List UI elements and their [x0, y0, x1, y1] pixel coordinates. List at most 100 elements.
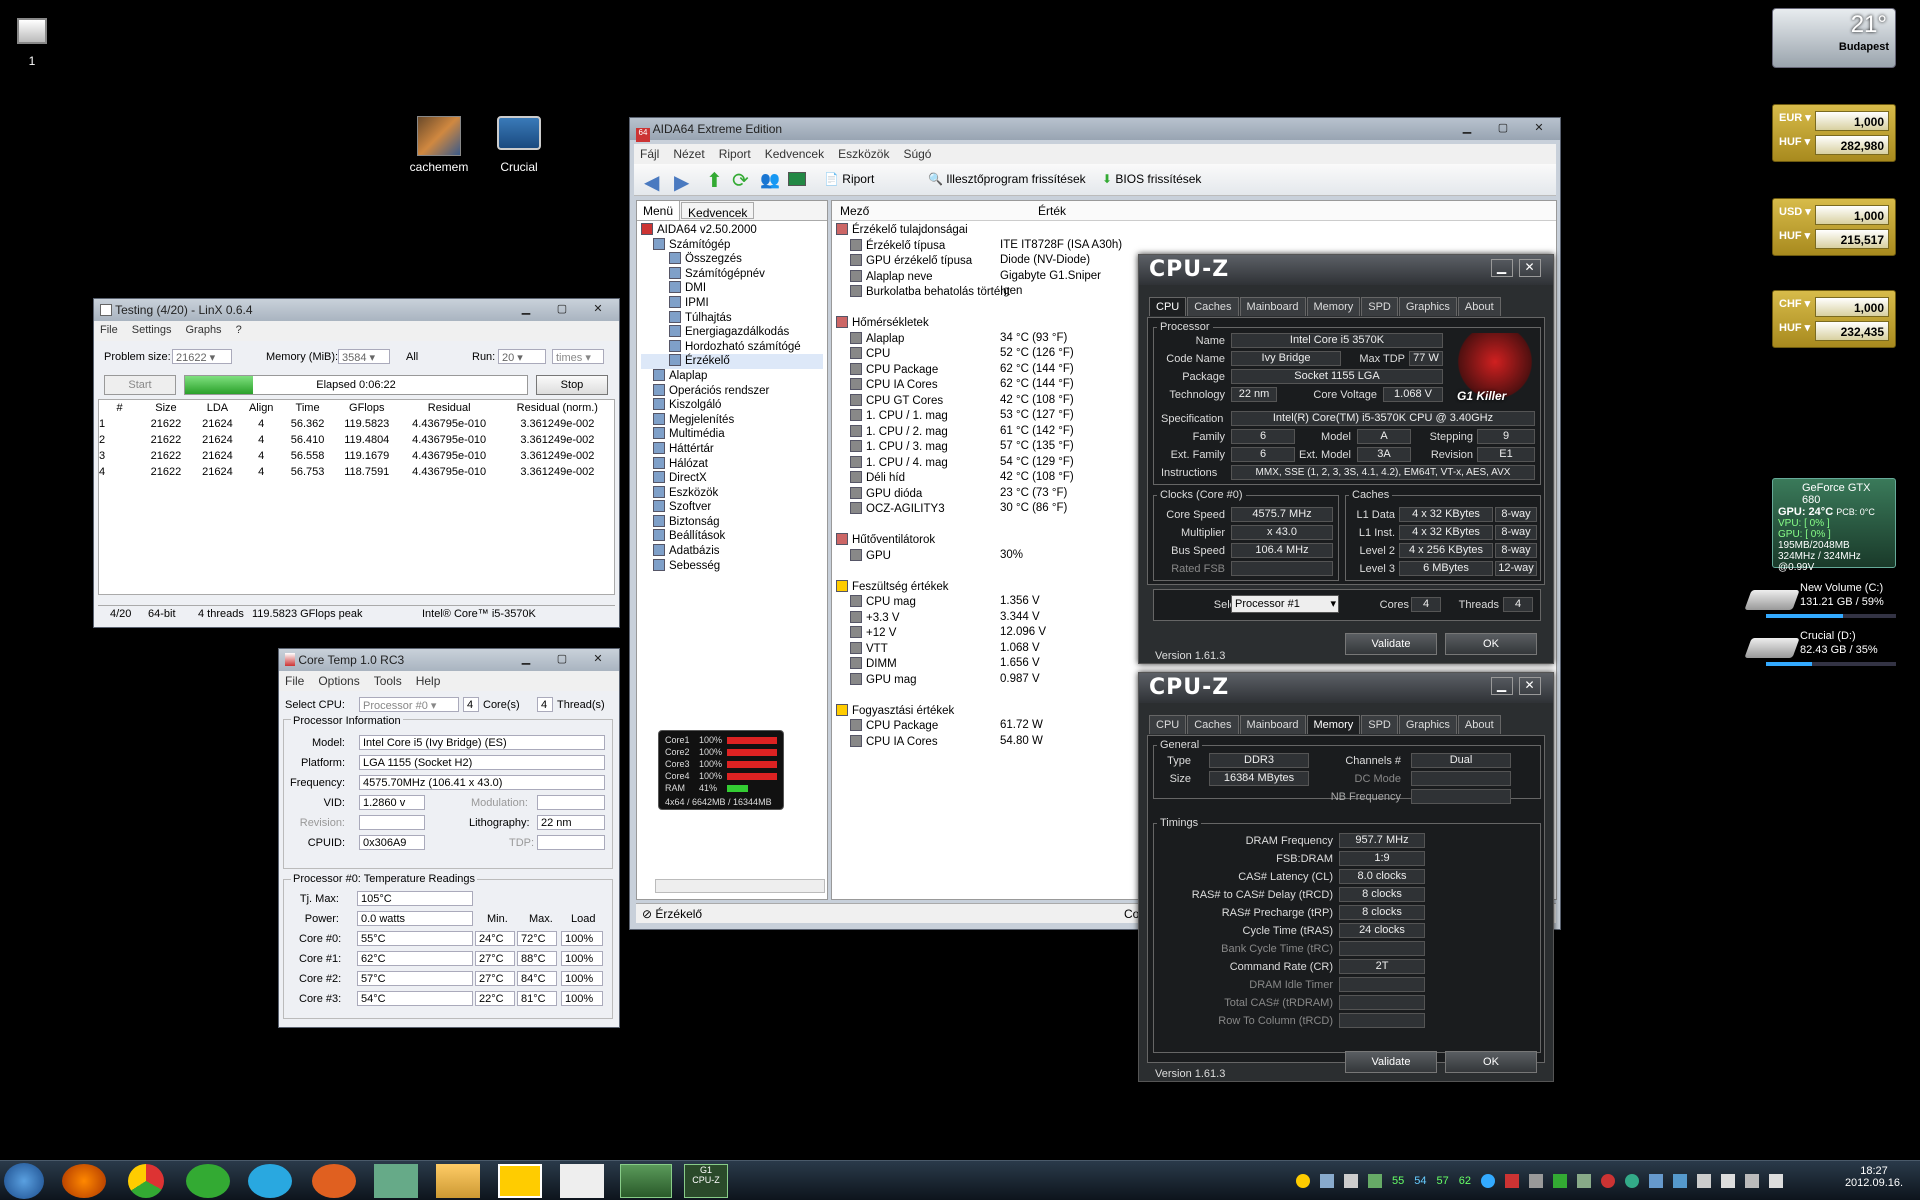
- menu-options[interactable]: Options: [318, 674, 359, 688]
- tab-cpu[interactable]: CPU: [1149, 715, 1187, 734]
- currency-to[interactable]: HUF: [1779, 322, 1802, 334]
- processor-select[interactable]: Processor #1 ▾: [1231, 595, 1339, 613]
- clock[interactable]: 18:27 2012.09.16.: [1834, 1165, 1914, 1189]
- column-header-field[interactable]: Mező: [840, 204, 869, 218]
- tree-item[interactable]: Hordozható számítógé: [641, 339, 823, 355]
- desktop-icon-cachemem[interactable]: cachemem: [404, 116, 474, 174]
- linx-window[interactable]: Testing (4/20) - LinX 0.6.4 ▁ ▢ ✕ File Set…: [93, 298, 620, 628]
- tree-item[interactable]: Megjelenítés: [641, 412, 823, 428]
- tree-item[interactable]: IPMI: [641, 295, 823, 311]
- column-header[interactable]: LDA: [192, 400, 244, 416]
- tree-item[interactable]: Hálózat: [641, 456, 823, 472]
- run-select[interactable]: 20 ▾: [498, 349, 546, 364]
- column-header-value[interactable]: Érték: [1038, 204, 1066, 218]
- menu-favorites[interactable]: Kedvencek: [765, 147, 824, 161]
- weather-gadget[interactable]: 21° Budapest: [1772, 8, 1896, 68]
- close-button[interactable]: ✕: [581, 651, 615, 667]
- menu-file[interactable]: File: [100, 324, 118, 338]
- refresh-icon[interactable]: ⟳: [732, 168, 749, 193]
- tab-mainboard[interactable]: Mainboard: [1239, 297, 1306, 316]
- tray-app-icon[interactable]: [1553, 1174, 1567, 1188]
- tree-item[interactable]: Számítógép: [641, 237, 823, 253]
- cpu-select[interactable]: Processor #0 ▾: [359, 697, 459, 712]
- cpuz-memory-window[interactable]: CPU-Z ▁ ✕ CPU Caches Mainboard Memory SP…: [1138, 672, 1554, 1082]
- column-header[interactable]: Size: [140, 400, 192, 416]
- maximize-button[interactable]: ▢: [545, 651, 579, 667]
- tree-item[interactable]: Számítógépnév: [641, 266, 823, 282]
- network-icon[interactable]: [1745, 1174, 1759, 1188]
- tab-graphics[interactable]: Graphics: [1398, 715, 1457, 734]
- volume-icon[interactable]: [1769, 1174, 1783, 1188]
- column-header[interactable]: Residual (norm.): [501, 400, 614, 416]
- up-icon[interactable]: ⬆: [706, 168, 723, 193]
- tree-item[interactable]: Multimédia: [641, 427, 823, 442]
- tray-app-icon[interactable]: [1344, 1174, 1358, 1188]
- menu-help[interactable]: ?: [236, 324, 242, 338]
- drive-gadget-c[interactable]: New Volume (C:) 131.21 GB / 59%: [1740, 580, 1900, 624]
- tray-app-icon[interactable]: [1577, 1174, 1591, 1188]
- menu-file[interactable]: File: [285, 674, 304, 688]
- tree-item[interactable]: Kiszolgáló: [641, 398, 823, 413]
- tab-menu[interactable]: Menü: [637, 201, 681, 220]
- menu-file[interactable]: Fájl: [640, 147, 659, 161]
- tray-temp-core2[interactable]: 57: [1437, 1175, 1449, 1187]
- validate-button[interactable]: Validate: [1345, 633, 1437, 655]
- tray-app-icon[interactable]: [1625, 1174, 1639, 1188]
- chrome-icon[interactable]: [128, 1164, 164, 1198]
- minimize-button[interactable]: ▁: [1450, 120, 1484, 136]
- table-row[interactable]: 1 21622 21624 4 56.362 119.5823 4.436795e-010 3…: [99, 416, 614, 432]
- column-header[interactable]: Time: [279, 400, 336, 416]
- memory-select[interactable]: 3584 ▾: [338, 349, 390, 364]
- tray-app-icon[interactable]: [1368, 1174, 1382, 1188]
- network-app-icon[interactable]: [374, 1164, 418, 1198]
- tree-item[interactable]: DirectX: [641, 471, 823, 486]
- tree-item[interactable]: Biztonság: [641, 514, 823, 530]
- bios-update-button[interactable]: ⬇ BIOS frissítések: [1102, 172, 1201, 186]
- menu-report[interactable]: Riport: [719, 147, 751, 161]
- forward-icon[interactable]: ▶: [674, 170, 689, 195]
- minimize-button[interactable]: ▁: [1491, 259, 1513, 277]
- column-header[interactable]: Residual: [398, 400, 501, 416]
- minimize-button[interactable]: ▁: [509, 651, 543, 667]
- start-button[interactable]: Start: [104, 375, 176, 395]
- sensor-chart-icon[interactable]: [788, 172, 806, 186]
- currency-from-value[interactable]: 1,000: [1815, 111, 1889, 131]
- aida64-tree[interactable]: AIDA64 v2.50.2000 Számítógép Összegzés Szám…: [637, 221, 827, 575]
- flag-icon[interactable]: [1721, 1174, 1735, 1188]
- tree-item[interactable]: Energiagazdálkodás: [641, 325, 823, 340]
- minimize-button[interactable]: ▁: [509, 301, 543, 317]
- menu-view[interactable]: Nézet: [673, 147, 704, 161]
- aida64-task-icon[interactable]: [620, 1164, 672, 1198]
- coretemp-task-icon[interactable]: [560, 1164, 604, 1198]
- tab-about[interactable]: About: [1457, 715, 1501, 734]
- firefox-icon[interactable]: [62, 1164, 106, 1198]
- tree-item[interactable]: Beállítások: [641, 529, 823, 544]
- close-button[interactable]: ✕: [1519, 259, 1541, 277]
- tab-graphics[interactable]: Graphics: [1398, 297, 1457, 316]
- tree-item[interactable]: Operációs rendszer: [641, 383, 823, 399]
- tree-item[interactable]: Alaplap: [641, 368, 823, 384]
- currency-from[interactable]: USD: [1779, 206, 1802, 218]
- currency-gadget-chf[interactable]: CHF ▾ 1,000 HUF ▾ 232,435: [1772, 290, 1896, 348]
- desktop-icon-crucial[interactable]: Crucial: [484, 116, 554, 174]
- tree-item[interactable]: Túlhajtás: [641, 310, 823, 326]
- cpuz-titlebar[interactable]: CPU-Z ▁ ✕: [1139, 673, 1553, 703]
- currency-from[interactable]: EUR: [1779, 112, 1802, 124]
- currency-from-value[interactable]: 1,000: [1815, 205, 1889, 225]
- maximize-button[interactable]: ▢: [545, 301, 579, 317]
- tab-memory[interactable]: Memory: [1306, 297, 1361, 316]
- aida64-titlebar[interactable]: 64 AIDA64 Extreme Edition ▁ ▢ ✕: [630, 118, 1560, 142]
- linx-task-icon[interactable]: [498, 1164, 542, 1198]
- coretemp-window[interactable]: Core Temp 1.0 RC3 ▁ ▢ ✕ File Options Tools…: [278, 648, 620, 1028]
- minimize-button[interactable]: ▁: [1491, 677, 1513, 695]
- tree-item[interactable]: Háttértár: [641, 441, 823, 457]
- tray-app-icon[interactable]: [1505, 1174, 1519, 1188]
- tray-app-icon[interactable]: [1481, 1174, 1495, 1188]
- tray-app-icon[interactable]: [1601, 1174, 1615, 1188]
- currency-to[interactable]: HUF: [1779, 230, 1802, 242]
- tab-memory[interactable]: Memory: [1306, 715, 1361, 734]
- tray-app-icon[interactable]: [1320, 1174, 1334, 1188]
- tab-caches[interactable]: Caches: [1187, 715, 1239, 734]
- tree-item[interactable]: Sebesség: [641, 558, 823, 574]
- column-header[interactable]: GFlops: [336, 400, 398, 416]
